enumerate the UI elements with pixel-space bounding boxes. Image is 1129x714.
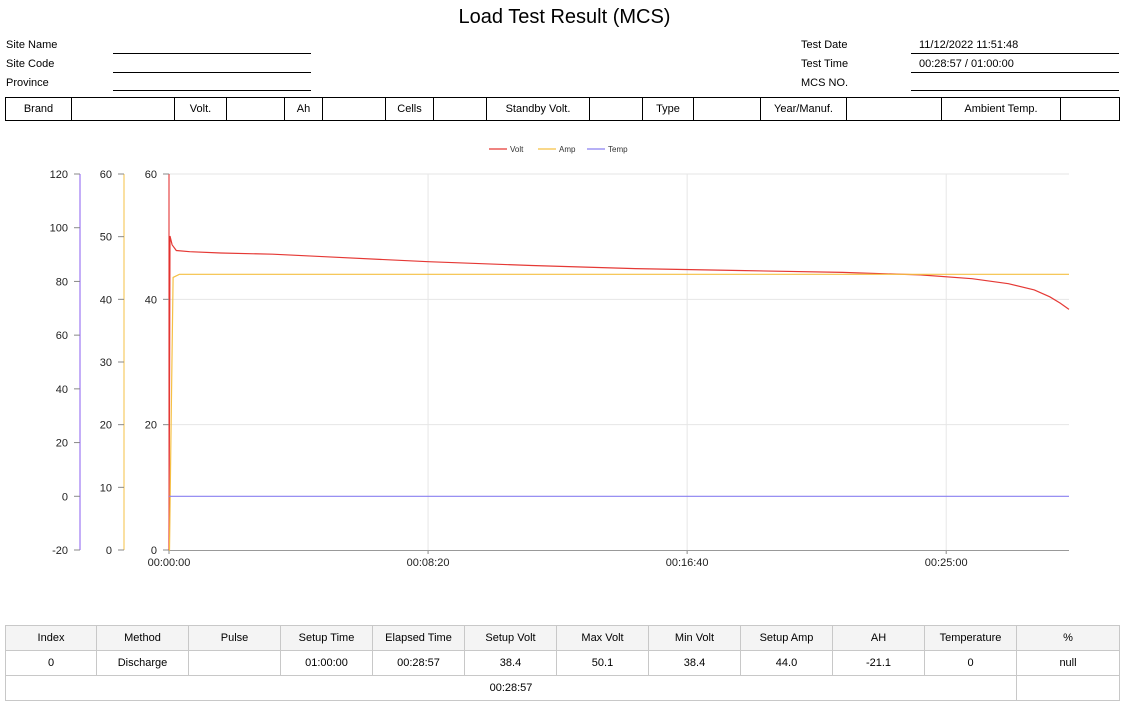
- legend-label-temp: Temp: [608, 145, 628, 154]
- spec-value-type: [693, 97, 761, 121]
- amp-axis-tick-label: 40: [100, 294, 112, 306]
- temp-axis-tick-label: 100: [50, 223, 68, 235]
- volt-axis-tick-label: 0: [151, 545, 157, 557]
- header-index: Index: [5, 625, 97, 651]
- test-date-value: 11/12/2022 11:51:48: [919, 39, 1019, 51]
- site-name-line: [113, 53, 311, 54]
- spec-value-brand: [71, 97, 175, 121]
- cell-method: Discharge: [96, 650, 189, 676]
- temp-axis-tick-label: 0: [62, 491, 68, 503]
- cell-temperature: 0: [924, 650, 1017, 676]
- test-time-label: Test Time: [801, 58, 849, 70]
- spec-value-ambient-temp: [1060, 97, 1120, 121]
- site-name-label: Site Name: [6, 39, 58, 51]
- temp-axis-tick-label: 120: [50, 169, 68, 181]
- results-table: Index Method Pulse Setup Time Elapsed Ti…: [5, 625, 1120, 701]
- cell-ah: -21.1: [832, 650, 925, 676]
- temp-axis-tick-label: 40: [56, 384, 68, 396]
- report-title: Load Test Result (MCS): [458, 6, 671, 28]
- spec-value-volt: [226, 97, 285, 121]
- site-code-label: Site Code: [6, 58, 55, 70]
- cell-index: 0: [5, 650, 97, 676]
- legend-label-amp: Amp: [559, 145, 576, 154]
- series-line-volt: [168, 235, 1070, 551]
- amp-axis-tick-label: 30: [100, 357, 112, 369]
- header-max-volt: Max Volt: [556, 625, 649, 651]
- amp-axis-tick-label: 50: [100, 232, 112, 244]
- load-test-chart: 00:00:00 00:08:20 00:16:40 00:25:00 -20 0 20 40…: [50, 145, 1070, 569]
- spec-label-ah: Ah: [284, 97, 323, 121]
- series-line-amp: [168, 273, 1069, 551]
- test-time-line: [911, 72, 1119, 73]
- x-tick-label: 00:08:20: [407, 557, 450, 569]
- spec-value-ah: [322, 97, 386, 121]
- cell-min-volt: 38.4: [648, 650, 741, 676]
- temp-axis-tick-label: 20: [56, 438, 68, 450]
- header-pulse: Pulse: [188, 625, 281, 651]
- spec-label-type: Type: [642, 97, 694, 121]
- spec-label-brand: Brand: [5, 97, 72, 121]
- header-setup-volt: Setup Volt: [464, 625, 557, 651]
- test-date-label: Test Date: [801, 39, 848, 51]
- battery-spec-table: Brand Volt. Ah Cells Standby Volt. Type …: [5, 97, 1120, 121]
- footer-elapsed: 00:28:57: [5, 675, 1017, 701]
- spec-label-year-manuf: Year/Manuf.: [760, 97, 847, 121]
- cell-max-volt: 50.1: [556, 650, 649, 676]
- header-percent: %: [1016, 625, 1120, 651]
- volt-axis-tick-label: 40: [145, 294, 157, 306]
- cell-elapsed-time: 00:28:57: [372, 650, 465, 676]
- header-temperature: Temperature: [924, 625, 1017, 651]
- cell-percent: null: [1016, 650, 1120, 676]
- header-min-volt: Min Volt: [648, 625, 741, 651]
- header-setup-time: Setup Time: [280, 625, 373, 651]
- spec-value-standby-volt: [589, 97, 643, 121]
- amp-axis-tick-label: 60: [100, 169, 112, 181]
- amp-axis-tick-label: 0: [106, 545, 112, 557]
- temp-axis-tick-label: 80: [56, 276, 68, 288]
- table-row: 0 Discharge 01:00:00 00:28:57 38.4 50.1 …: [5, 650, 1120, 676]
- header-ah: AH: [832, 625, 925, 651]
- spec-label-ambient-temp: Ambient Temp.: [941, 97, 1061, 121]
- x-tick-label: 00:16:40: [666, 557, 709, 569]
- spec-value-cells: [433, 97, 487, 121]
- legend-label-volt: Volt: [510, 145, 524, 154]
- test-time-value: 00:28:57 / 01:00:00: [919, 58, 1014, 70]
- spec-label-cells: Cells: [385, 97, 434, 121]
- results-footer-row: 00:28:57: [5, 675, 1120, 701]
- temp-axis-tick-label: 60: [56, 330, 68, 342]
- cell-setup-volt: 38.4: [464, 650, 557, 676]
- site-code-line: [113, 72, 311, 73]
- temp-axis-tick-label: -20: [52, 545, 68, 557]
- header-method: Method: [96, 625, 189, 651]
- volt-axis-tick-label: 20: [145, 420, 157, 432]
- amp-axis-tick-label: 20: [100, 420, 112, 432]
- spec-value-year-manuf: [846, 97, 942, 121]
- volt-axis-tick-label: 60: [145, 169, 157, 181]
- spec-label-standby-volt: Standby Volt.: [486, 97, 590, 121]
- amp-axis-tick-label: 10: [100, 482, 112, 494]
- mcs-no-label: MCS NO.: [801, 77, 849, 89]
- results-header-row: Index Method Pulse Setup Time Elapsed Ti…: [5, 625, 1120, 651]
- cell-setup-amp: 44.0: [740, 650, 833, 676]
- cell-pulse: [188, 650, 281, 676]
- province-label: Province: [6, 77, 49, 89]
- spec-label-volt: Volt.: [174, 97, 227, 121]
- cell-setup-time: 01:00:00: [280, 650, 373, 676]
- x-tick-label: 00:00:00: [148, 557, 191, 569]
- footer-empty: [1016, 675, 1120, 701]
- province-line: [113, 90, 311, 91]
- x-tick-label: 00:25:00: [925, 557, 968, 569]
- test-date-line: [911, 53, 1119, 54]
- header-setup-amp: Setup Amp: [740, 625, 833, 651]
- header-elapsed-time: Elapsed Time: [372, 625, 465, 651]
- mcs-no-line: [911, 90, 1119, 91]
